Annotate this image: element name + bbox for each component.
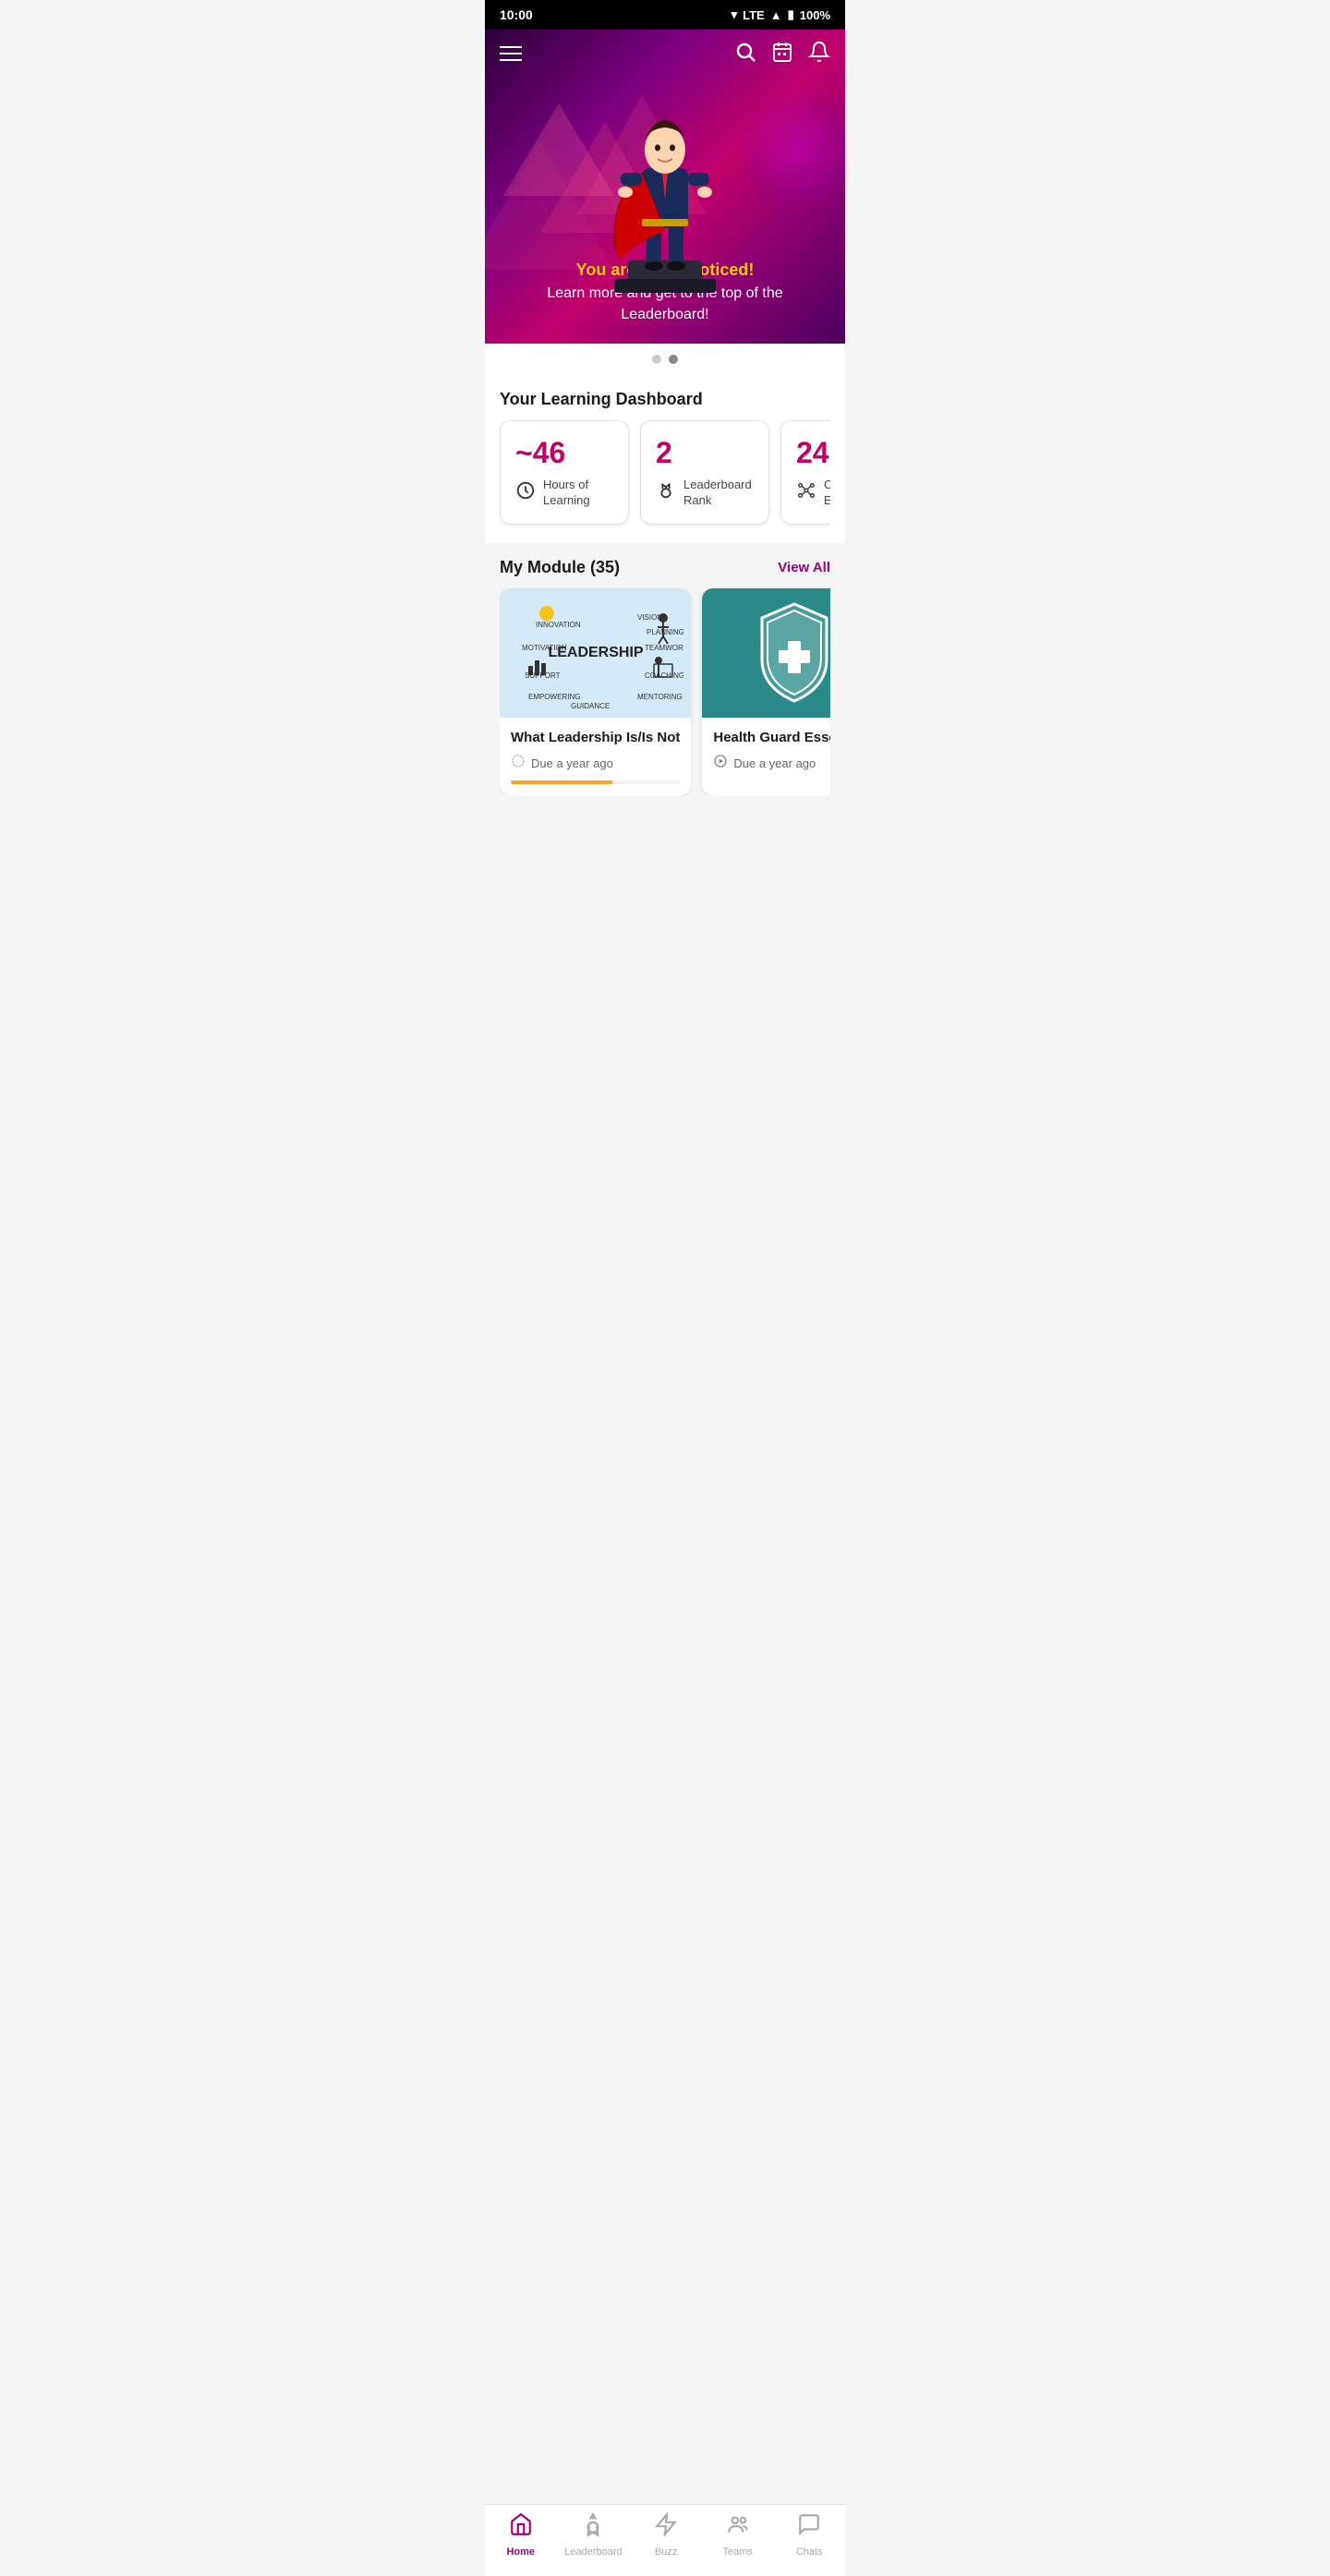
module-card-body-health: Health Guard Essentials Due a year ago [702,718,830,785]
view-all-button[interactable]: View All [778,560,830,575]
hero-illustration [485,67,845,307]
module-due-health: Due a year ago [713,754,830,773]
progress-fill-leadership [511,780,612,784]
chats-icon [797,2512,821,2543]
nav-item-home[interactable]: Home [493,2512,549,2558]
notification-button[interactable] [808,41,830,67]
stat-card-rank: 2 LeaderboardRank [640,420,769,525]
nav-item-teams[interactable]: Teams [710,2512,766,2558]
medal-icon [656,480,676,506]
svg-text:TEAMWORK: TEAMWORK [645,644,683,652]
menu-button[interactable] [500,46,522,61]
stat-card-courses: 24 CoursesEnrolled [780,420,830,525]
nav-label-chats: Chats [796,2546,823,2558]
progress-bar-leadership [511,780,680,784]
clock-icon [515,480,536,506]
svg-text:COACHING: COACHING [645,671,683,680]
svg-text:PLANNING: PLANNING [647,628,683,636]
stat-cards-container: ~46 Hours ofLearning 2 [500,420,830,528]
stat-value-hours: ~46 [515,436,613,470]
dashboard-section: Your Learning Dashboard ~46 Hours ofLear… [485,375,845,543]
nav-label-buzz: Buzz [655,2546,677,2558]
module-img-health [702,588,830,718]
carousel-dots [485,344,845,375]
teams-icon [726,2512,750,2543]
wifi-icon: ▾ [732,7,738,22]
stat-detail-rank: LeaderboardRank [656,478,754,509]
svg-text:EMPOWERING: EMPOWERING [528,693,580,701]
due-text-health: Due a year ago [733,756,816,770]
module-img-leadership: LEADERSHIP INNOVATION VISION PLANNING MO… [500,588,691,718]
stat-detail-hours: Hours ofLearning [515,478,613,509]
nav-item-leaderboard[interactable]: Leaderboard [564,2512,622,2558]
module-cards-container: LEADERSHIP INNOVATION VISION PLANNING MO… [500,588,830,796]
module-title-leadership: What Leadership Is/Is Not [511,729,680,747]
network-icon [796,480,816,506]
play-icon [713,754,728,773]
hero-navbar [485,30,845,78]
nav-item-chats[interactable]: Chats [781,2512,837,2558]
svg-text:INNOVATION: INNOVATION [536,621,581,629]
stat-value-rank: 2 [656,436,754,470]
dot-1[interactable] [652,355,661,364]
module-due-leadership: Due a year ago [511,754,680,773]
signal-icon: ▲ [770,8,782,22]
search-button[interactable] [734,41,756,67]
hero-banner: You are being noticed! Learn more and ge… [485,30,845,344]
battery-label: 100% [800,8,830,22]
stat-label-rank: LeaderboardRank [683,478,752,509]
buzz-icon [654,2512,678,2543]
due-circle-icon [511,754,526,773]
calendar-button[interactable] [771,41,793,67]
dashboard-title: Your Learning Dashboard [500,375,830,420]
module-card-leadership[interactable]: LEADERSHIP INNOVATION VISION PLANNING MO… [500,588,691,796]
nav-item-buzz[interactable]: Buzz [638,2512,694,2558]
nav-label-home: Home [506,2546,535,2558]
svg-text:MENTORING: MENTORING [637,693,683,701]
time-display: 10:00 [500,7,533,22]
stat-card-hours: ~46 Hours ofLearning [500,420,629,525]
svg-text:GUIDANCE: GUIDANCE [571,702,610,710]
module-header: My Module (35) View All [500,543,830,588]
dot-2[interactable] [669,355,678,364]
module-card-body-leadership: What Leadership Is/Is Not Due a year ago [500,718,691,796]
due-text-leadership: Due a year ago [531,756,613,770]
stat-value-courses: 24 [796,436,830,470]
stat-label-courses: CoursesEnrolled [824,478,830,509]
home-icon [509,2512,533,2543]
page-spacer [485,810,845,884]
bottom-navigation: Home Leaderboard Buzz [485,2504,845,2576]
hero-action-icons [734,41,830,67]
stat-detail-courses: CoursesEnrolled [796,478,830,509]
module-card-health[interactable]: Health Guard Essentials Due a year ago [702,588,830,796]
svg-text:MOTIVATION: MOTIVATION [522,644,567,652]
nav-label-leaderboard: Leaderboard [564,2546,622,2558]
leaderboard-icon [581,2512,605,2543]
status-indicators: ▾ LTE ▲ ▮ 100% [732,7,830,22]
nav-label-teams: Teams [722,2546,752,2558]
module-section: My Module (35) View All LEADERSHIP INNOV… [485,543,845,811]
status-bar: 10:00 ▾ LTE ▲ ▮ 100% [485,0,845,30]
module-section-title: My Module (35) [500,558,620,577]
battery-icon: ▮ [788,7,794,22]
module-title-health: Health Guard Essentials [713,729,830,747]
stat-label-hours: Hours ofLearning [543,478,590,509]
lte-label: LTE [743,8,765,22]
